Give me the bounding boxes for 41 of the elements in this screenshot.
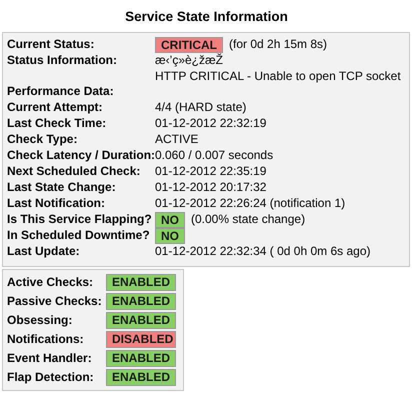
field-label: Performance Data: bbox=[7, 84, 115, 100]
field-value: 4/4 (HARD state) bbox=[155, 100, 246, 116]
field-value: HTTP CRITICAL - Unable to open TCP socket bbox=[155, 68, 401, 84]
field-label: Current Attempt: bbox=[7, 100, 104, 116]
status-badge: DISABLED bbox=[106, 331, 176, 348]
field-label: Last Notification: bbox=[7, 196, 106, 212]
feature-label: Passive Checks: bbox=[7, 294, 103, 310]
page-title: Service State Information bbox=[124, 8, 289, 26]
field-label: Current Status: bbox=[7, 37, 96, 53]
field-value: æ‹’ç»è¿žæŽ bbox=[155, 53, 224, 69]
field-label: Is This Service Flapping? bbox=[7, 212, 153, 228]
feature-label: Active Checks: bbox=[7, 274, 94, 290]
field-note: (0.00% state change) bbox=[191, 212, 306, 228]
field-value: 01-12-2012 20:17:32 bbox=[155, 180, 266, 196]
field-value: ACTIVE bbox=[155, 132, 198, 148]
field-value: 01-12-2012 22:32:19 bbox=[155, 116, 266, 132]
field-label: Last State Change: bbox=[7, 180, 117, 196]
feature-label: Flap Detection: bbox=[7, 370, 95, 386]
field-value: 01-12-2012 22:35:19 bbox=[155, 164, 266, 180]
status-badge: ENABLED bbox=[106, 274, 176, 292]
status-badge: ENABLED bbox=[106, 293, 176, 310]
field-label: Check Latency / Duration: bbox=[7, 148, 155, 164]
field-label: Next Scheduled Check: bbox=[7, 164, 142, 180]
status-badge: NO bbox=[155, 228, 185, 244]
field-label: Status Information: bbox=[7, 53, 118, 69]
field-label: Last Check Time: bbox=[7, 116, 108, 132]
status-badge: ENABLED bbox=[106, 350, 176, 368]
feature-label: Notifications: bbox=[7, 332, 85, 348]
status-badge: CRITICAL bbox=[155, 37, 223, 53]
feature-label: Obsessing: bbox=[7, 312, 74, 328]
field-label: In Scheduled Downtime? bbox=[7, 228, 151, 244]
field-label: Last Update: bbox=[7, 244, 81, 260]
status-badge: NO bbox=[155, 212, 185, 228]
status-badge: ENABLED bbox=[106, 312, 176, 330]
field-value: 01-12-2012 22:32:34 ( 0d 0h 0m 6s ago) bbox=[155, 244, 370, 260]
field-value: 01-12-2012 22:26:24 (notification 1) bbox=[155, 196, 346, 212]
field-label: Check Type: bbox=[7, 132, 78, 148]
field-note: (for 0d 2h 15m 8s) bbox=[229, 37, 328, 53]
status-badge: ENABLED bbox=[106, 369, 176, 386]
feature-label: Event Handler: bbox=[7, 350, 93, 366]
field-value: 0.060 / 0.007 seconds bbox=[155, 148, 274, 164]
